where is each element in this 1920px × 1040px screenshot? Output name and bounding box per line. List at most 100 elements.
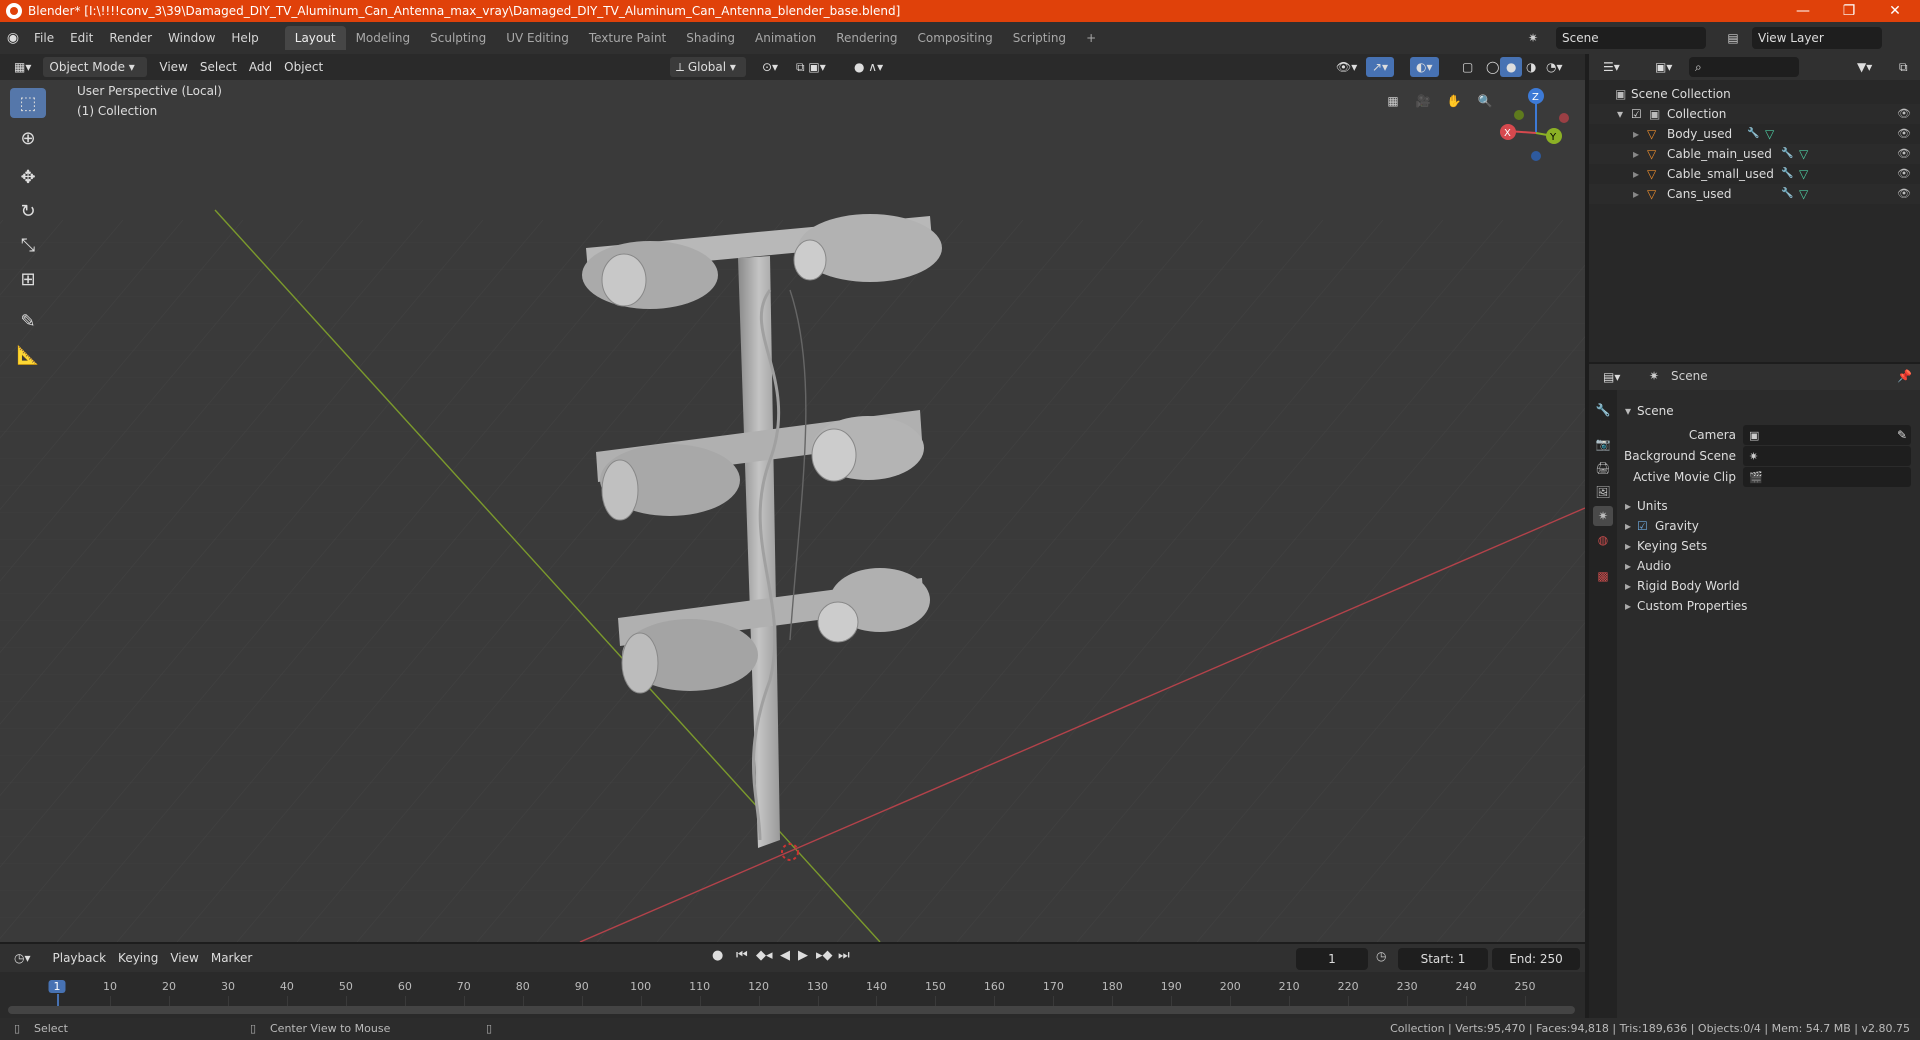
field-input[interactable]: ✷: [1743, 446, 1911, 466]
timeline[interactable]: 1 10 20 30 40 50 60 70 80 90 100 110 120 130 140 150 160…: [0, 972, 1585, 1018]
timeline-menu-view[interactable]: View: [164, 948, 204, 968]
visibility-icon[interactable]: 👁▾: [1330, 57, 1363, 77]
section-keying-sets[interactable]: ▸ Keying Sets: [1617, 535, 1920, 557]
start-frame-input[interactable]: Start: 1: [1398, 948, 1488, 970]
new-collection-icon[interactable]: ⧉: [1893, 57, 1914, 77]
expand-icon[interactable]: ▸: [1633, 184, 1639, 204]
tab-modeling[interactable]: Modeling: [346, 26, 421, 50]
tab-rendering[interactable]: Rendering: [826, 26, 907, 50]
close-button[interactable]: ✕: [1872, 0, 1918, 22]
output-tab-icon[interactable]: 🖨: [1593, 458, 1613, 478]
outliner-editor-icon[interactable]: ☰▾: [1597, 57, 1626, 77]
timeline-menu-playback[interactable]: Playback: [47, 948, 113, 968]
view-layer-selector[interactable]: View Layer: [1752, 27, 1882, 49]
rotate-tool-icon[interactable]: ↻: [10, 196, 46, 226]
current-frame-input[interactable]: 1: [1296, 948, 1368, 970]
gravity-checkbox[interactable]: ☑: [1637, 515, 1648, 537]
display-mode-icon[interactable]: ▣▾: [1649, 57, 1678, 77]
gizmo-toggle-icon[interactable]: ↗▾: [1366, 57, 1395, 77]
expand-icon[interactable]: ▾: [1617, 104, 1623, 124]
filter-icon[interactable]: ▼▾: [1851, 57, 1878, 77]
snap-icon[interactable]: ⧉ ▣▾: [790, 57, 832, 77]
tab-uv-editing[interactable]: UV Editing: [496, 26, 579, 50]
timeline-menu-marker[interactable]: Marker: [205, 948, 258, 968]
outliner-search-input[interactable]: ⌕: [1689, 57, 1799, 77]
viewport-menu-select[interactable]: Select: [194, 57, 243, 77]
measure-tool-icon[interactable]: 📐: [10, 340, 46, 370]
move-tool-icon[interactable]: ✥: [10, 162, 46, 192]
scale-tool-icon[interactable]: ⤡: [10, 230, 46, 260]
minimize-button[interactable]: —: [1780, 0, 1826, 22]
grid-view-icon[interactable]: ▦: [1382, 90, 1404, 112]
blender-menu-icon[interactable]: ◉: [0, 30, 26, 46]
select-box-icon[interactable]: ⬚: [10, 88, 46, 118]
scene-tab-icon[interactable]: ✷: [1593, 506, 1613, 526]
eye-icon[interactable]: 👁: [1897, 144, 1911, 164]
maximize-button[interactable]: ❐: [1826, 0, 1872, 22]
texture-tab-icon[interactable]: ▩: [1593, 566, 1613, 586]
eye-icon[interactable]: 👁: [1897, 164, 1911, 184]
expand-icon[interactable]: ▸: [1633, 124, 1639, 144]
field-input[interactable]: ▣ ✎: [1743, 425, 1911, 445]
menu-render[interactable]: Render: [101, 27, 160, 49]
collection-row[interactable]: ▾ ☑ ▣ Collection 👁: [1589, 104, 1920, 124]
tab-shading[interactable]: Shading: [676, 26, 745, 50]
collection-checkbox[interactable]: ☑: [1631, 104, 1642, 124]
section-audio[interactable]: ▸ Audio: [1617, 555, 1920, 577]
overlay-toggle-icon[interactable]: ◐▾: [1410, 57, 1439, 77]
section-custom-properties[interactable]: ▸ Custom Properties: [1617, 595, 1920, 617]
next-keyframe-icon[interactable]: ▸◆: [816, 948, 833, 963]
pivot-icon[interactable]: ⊙▾: [756, 57, 784, 77]
outliner-item[interactable]: ▸ ▽ Cable_main_used 🔧 ▽ 👁: [1589, 144, 1920, 164]
section-gravity[interactable]: ▸ ☑ Gravity: [1617, 515, 1920, 537]
expand-icon[interactable]: ▸: [1633, 164, 1639, 184]
3d-viewport[interactable]: User Perspective (Local) (1) Collection …: [0, 80, 1585, 942]
section-units[interactable]: ▸ Units: [1617, 495, 1920, 517]
tab-layout[interactable]: Layout: [284, 26, 346, 50]
rendered-shading-icon[interactable]: ◔▾: [1540, 57, 1569, 77]
playhead[interactable]: [57, 994, 59, 1006]
viewport-menu-object[interactable]: Object: [278, 57, 329, 77]
play-reverse-icon[interactable]: ◀: [780, 948, 790, 963]
eyedropper-icon[interactable]: ✎: [1897, 425, 1907, 445]
jump-end-icon[interactable]: ⏭: [838, 948, 850, 963]
eye-icon[interactable]: 👁: [1897, 104, 1911, 124]
add-workspace-button[interactable]: +: [1076, 26, 1106, 50]
tab-compositing[interactable]: Compositing: [907, 26, 1002, 50]
view-layer-tab-icon[interactable]: 🖼: [1593, 482, 1613, 502]
end-frame-input[interactable]: End: 250: [1492, 948, 1580, 970]
field-input[interactable]: 🎬: [1743, 467, 1911, 487]
pin-icon[interactable]: 📌: [1897, 369, 1912, 383]
transform-tool-icon[interactable]: ⊞: [10, 264, 46, 294]
xray-icon[interactable]: ▢: [1456, 57, 1479, 77]
menu-help[interactable]: Help: [223, 27, 266, 49]
timeline-scrollbar[interactable]: [8, 1006, 1575, 1014]
eye-icon[interactable]: 👁: [1897, 124, 1911, 144]
render-tab-icon[interactable]: 📷: [1593, 434, 1613, 454]
tab-sculpting[interactable]: Sculpting: [420, 26, 496, 50]
menu-file[interactable]: File: [26, 27, 62, 49]
record-icon[interactable]: ●: [712, 948, 723, 963]
tab-animation[interactable]: Animation: [745, 26, 826, 50]
editor-type-icon[interactable]: ▦▾: [8, 57, 37, 77]
camera-view-icon[interactable]: 🎥: [1412, 90, 1434, 112]
menu-edit[interactable]: Edit: [62, 27, 101, 49]
outliner-item[interactable]: ▸ ▽ Cans_used 🔧 ▽ 👁: [1589, 184, 1920, 204]
viewport-menu-view[interactable]: View: [153, 57, 193, 77]
mode-selector[interactable]: Object Mode ▾: [43, 57, 148, 77]
timeline-menu-keying[interactable]: Keying: [112, 948, 164, 968]
cursor-tool-icon[interactable]: ⊕: [10, 123, 46, 153]
jump-start-icon[interactable]: ⏮: [736, 948, 748, 963]
eye-icon[interactable]: 👁: [1897, 184, 1911, 204]
expand-icon[interactable]: ▸: [1633, 144, 1639, 164]
tab-scripting[interactable]: Scripting: [1003, 26, 1076, 50]
viewport-menu-add[interactable]: Add: [243, 57, 278, 77]
properties-editor-icon[interactable]: ▤▾: [1597, 367, 1626, 387]
menu-window[interactable]: Window: [160, 27, 223, 49]
proportional-edit-icon[interactable]: ● ∧▾: [848, 57, 889, 77]
tab-texture-paint[interactable]: Texture Paint: [579, 26, 676, 50]
timeline-editor-icon[interactable]: ◷▾: [8, 948, 37, 968]
zoom-view-icon[interactable]: 🔍: [1474, 90, 1496, 112]
tool-tab-icon[interactable]: 🔧: [1593, 400, 1613, 420]
prev-keyframe-icon[interactable]: ◆◂: [756, 948, 773, 963]
